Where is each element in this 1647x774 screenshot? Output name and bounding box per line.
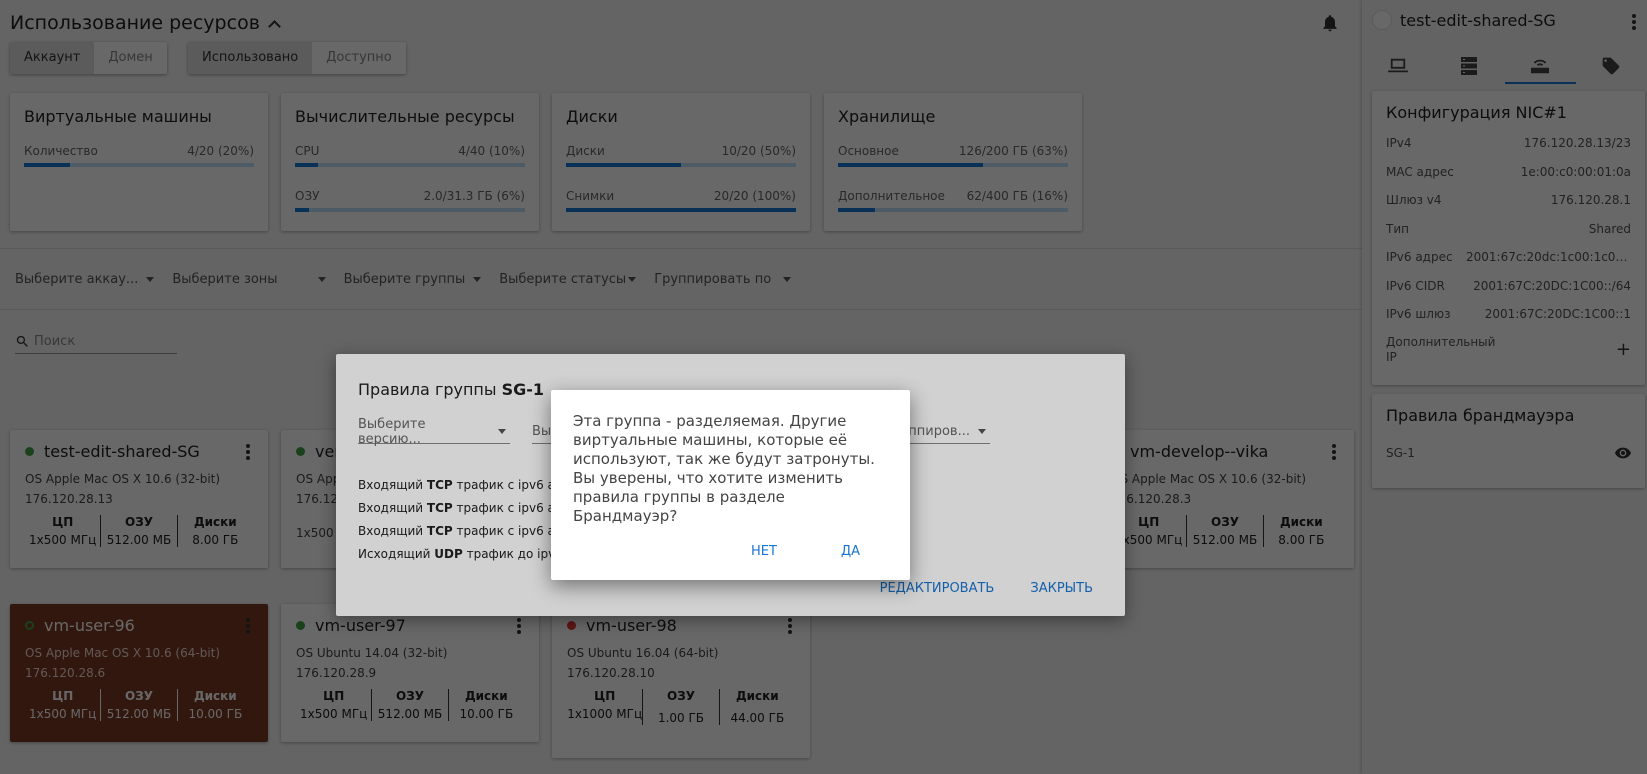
confirm-dialog: Эта группа - разделяемая. Другие виртуал… [551,390,910,580]
confirm-message: Эта группа - разделяемая. Другие виртуал… [573,412,875,525]
no-button[interactable]: НЕТ [751,544,777,559]
confirm-backdrop[interactable] [0,0,1647,774]
yes-button[interactable]: ДА [841,544,860,559]
